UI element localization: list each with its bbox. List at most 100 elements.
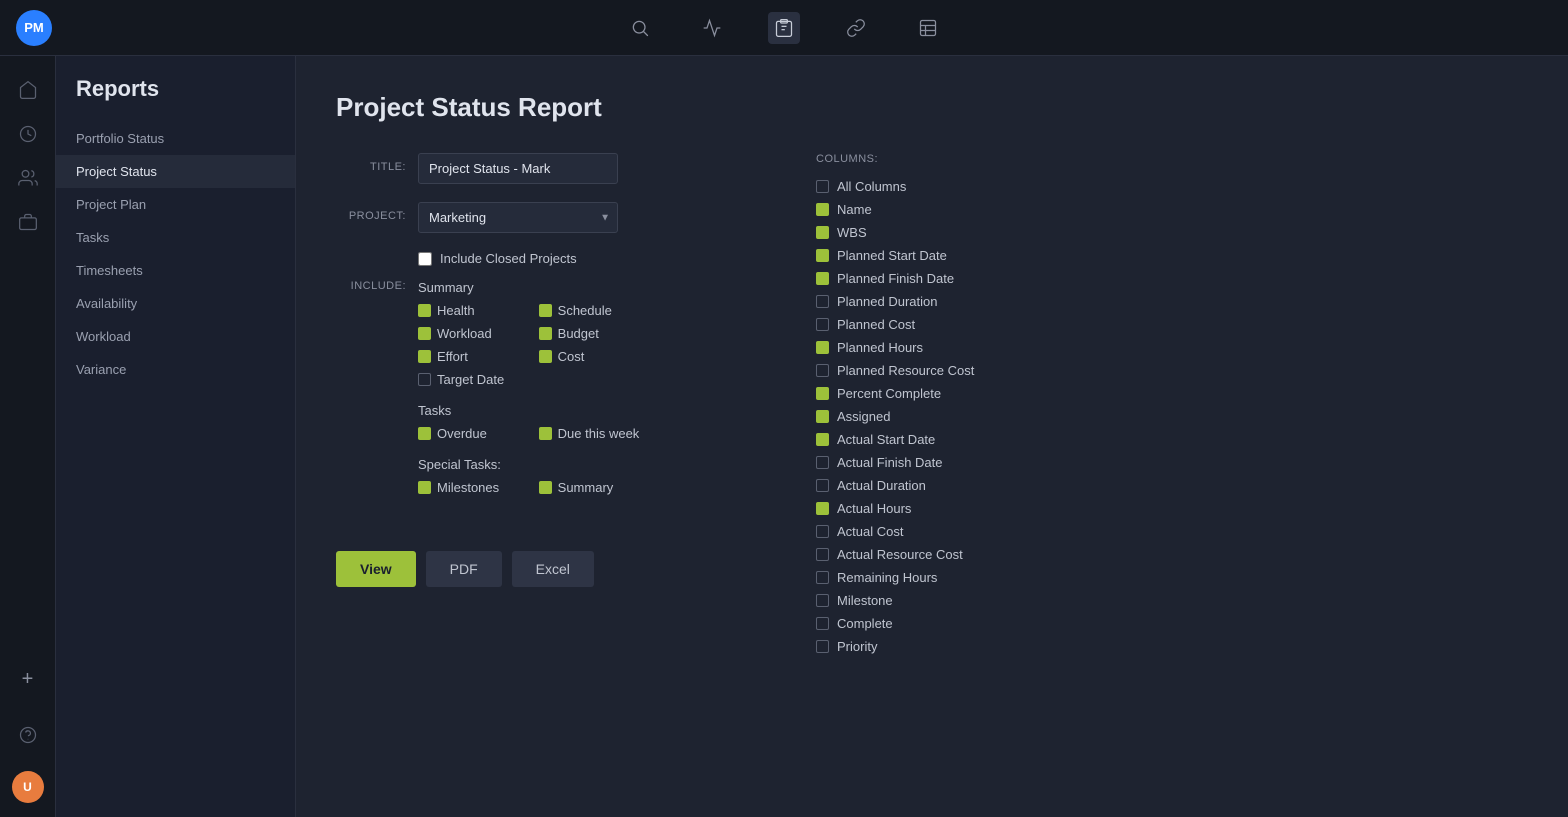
project-row: PROJECT: Marketing Development Design Sa…: [336, 202, 756, 233]
column-planned-start-date: Planned Start Date: [816, 244, 1132, 267]
project-select[interactable]: Marketing Development Design Sales: [418, 202, 618, 233]
help-icon[interactable]: [10, 717, 46, 753]
complete-checkbox[interactable]: [816, 617, 829, 630]
assigned-checkbox[interactable]: [816, 410, 829, 423]
project-label: PROJECT:: [336, 202, 406, 222]
percent-complete-checkbox[interactable]: [816, 387, 829, 400]
actual-resource-cost-checkbox[interactable]: [816, 548, 829, 561]
clipboard-icon[interactable]: [768, 12, 800, 44]
schedule-checkbox-indicator: [539, 304, 552, 317]
cost-checkbox-indicator: [539, 350, 552, 363]
nav-title: Reports: [56, 76, 295, 122]
target-date-checkbox-indicator: [418, 373, 431, 386]
assigned-label: Assigned: [837, 409, 890, 424]
clock-icon[interactable]: [10, 116, 46, 152]
project-select-wrapper: Marketing Development Design Sales ▼: [418, 202, 618, 233]
column-actual-cost: Actual Cost: [816, 520, 1132, 543]
include-closed-label: Include Closed Projects: [440, 251, 577, 266]
sidebar-item-portfolio-status[interactable]: Portfolio Status: [56, 122, 295, 155]
budget-checkbox-indicator: [539, 327, 552, 340]
milestone-checkbox[interactable]: [816, 594, 829, 607]
actual-start-date-label: Actual Start Date: [837, 432, 935, 447]
include-content: Summary Health Schedule: [418, 280, 639, 511]
add-icon[interactable]: +: [10, 661, 46, 697]
remaining-hours-checkbox[interactable]: [816, 571, 829, 584]
workload-checkbox-indicator: [418, 327, 431, 340]
health-label: Health: [437, 303, 475, 318]
users-icon[interactable]: [10, 160, 46, 196]
milestones-label: Milestones: [437, 480, 499, 495]
include-label: INCLUDE:: [336, 280, 406, 511]
name-label: Name: [837, 202, 872, 217]
actual-resource-cost-label: Actual Resource Cost: [837, 547, 963, 562]
include-closed-checkbox[interactable]: [418, 252, 432, 266]
column-actual-finish-date: Actual Finish Date: [816, 451, 1132, 474]
action-buttons: View PDF Excel: [336, 551, 756, 587]
user-avatar[interactable]: U: [10, 769, 46, 805]
priority-checkbox[interactable]: [816, 640, 829, 653]
all-columns-label: All Columns: [837, 179, 906, 194]
workload-label: Workload: [437, 326, 492, 341]
view-button[interactable]: View: [336, 551, 416, 587]
cost-label: Cost: [558, 349, 585, 364]
title-input[interactable]: [418, 153, 618, 184]
health-checkbox-indicator: [418, 304, 431, 317]
planned-duration-checkbox[interactable]: [816, 295, 829, 308]
planned-resource-cost-label: Planned Resource Cost: [837, 363, 974, 378]
columns-scroll[interactable]: All Columns Name WBS Planned Start Date: [816, 175, 1136, 695]
planned-start-date-checkbox[interactable]: [816, 249, 829, 262]
sidebar-item-tasks[interactable]: Tasks: [56, 221, 295, 254]
app-logo[interactable]: PM: [16, 10, 52, 46]
column-planned-duration: Planned Duration: [816, 290, 1132, 313]
pdf-button[interactable]: PDF: [426, 551, 502, 587]
actual-duration-label: Actual Duration: [837, 478, 926, 493]
sidebar-icons: + U: [0, 56, 56, 817]
excel-button[interactable]: Excel: [512, 551, 594, 587]
priority-label: Priority: [837, 639, 877, 654]
check-summary: Summary: [539, 480, 640, 495]
budget-label: Budget: [558, 326, 599, 341]
link-icon[interactable]: [840, 12, 872, 44]
layout-icon[interactable]: [912, 12, 944, 44]
sidebar-item-timesheets[interactable]: Timesheets: [56, 254, 295, 287]
sidebar-item-workload[interactable]: Workload: [56, 320, 295, 353]
actual-start-date-checkbox[interactable]: [816, 433, 829, 446]
check-target-date: Target Date: [418, 372, 519, 387]
actual-duration-checkbox[interactable]: [816, 479, 829, 492]
actual-finish-date-checkbox[interactable]: [816, 456, 829, 469]
planned-hours-checkbox[interactable]: [816, 341, 829, 354]
avatar-icon: U: [12, 771, 44, 803]
sidebar-item-project-plan[interactable]: Project Plan: [56, 188, 295, 221]
planned-start-date-label: Planned Start Date: [837, 248, 947, 263]
chart-icon[interactable]: [696, 12, 728, 44]
name-checkbox[interactable]: [816, 203, 829, 216]
summary-grid: Health Schedule Workload: [418, 303, 639, 387]
actual-cost-checkbox[interactable]: [816, 525, 829, 538]
planned-cost-checkbox[interactable]: [816, 318, 829, 331]
topbar: PM: [0, 0, 1568, 56]
special-tasks-title: Special Tasks:: [418, 457, 639, 472]
home-icon[interactable]: [10, 72, 46, 108]
check-overdue: Overdue: [418, 426, 519, 441]
actual-hours-checkbox[interactable]: [816, 502, 829, 515]
nav-sidebar: Reports Portfolio Status Project Status …: [56, 56, 296, 817]
briefcase-icon[interactable]: [10, 204, 46, 240]
form-layout: TITLE: PROJECT: Marketing Development De…: [336, 153, 1528, 695]
wbs-checkbox[interactable]: [816, 226, 829, 239]
summary-label: Summary: [558, 480, 614, 495]
title-row: TITLE:: [336, 153, 756, 184]
planned-resource-cost-checkbox[interactable]: [816, 364, 829, 377]
actual-finish-date-label: Actual Finish Date: [837, 455, 943, 470]
due-this-week-checkbox-indicator: [539, 427, 552, 440]
planned-finish-date-label: Planned Finish Date: [837, 271, 954, 286]
all-columns-checkbox[interactable]: [816, 180, 829, 193]
sidebar-item-availability[interactable]: Availability: [56, 287, 295, 320]
target-date-label: Target Date: [437, 372, 504, 387]
sidebar-item-project-status[interactable]: Project Status: [56, 155, 295, 188]
effort-label: Effort: [437, 349, 468, 364]
search-icon[interactable]: [624, 12, 656, 44]
column-planned-finish-date: Planned Finish Date: [816, 267, 1132, 290]
planned-finish-date-checkbox[interactable]: [816, 272, 829, 285]
sidebar-item-variance[interactable]: Variance: [56, 353, 295, 386]
check-milestones: Milestones: [418, 480, 519, 495]
